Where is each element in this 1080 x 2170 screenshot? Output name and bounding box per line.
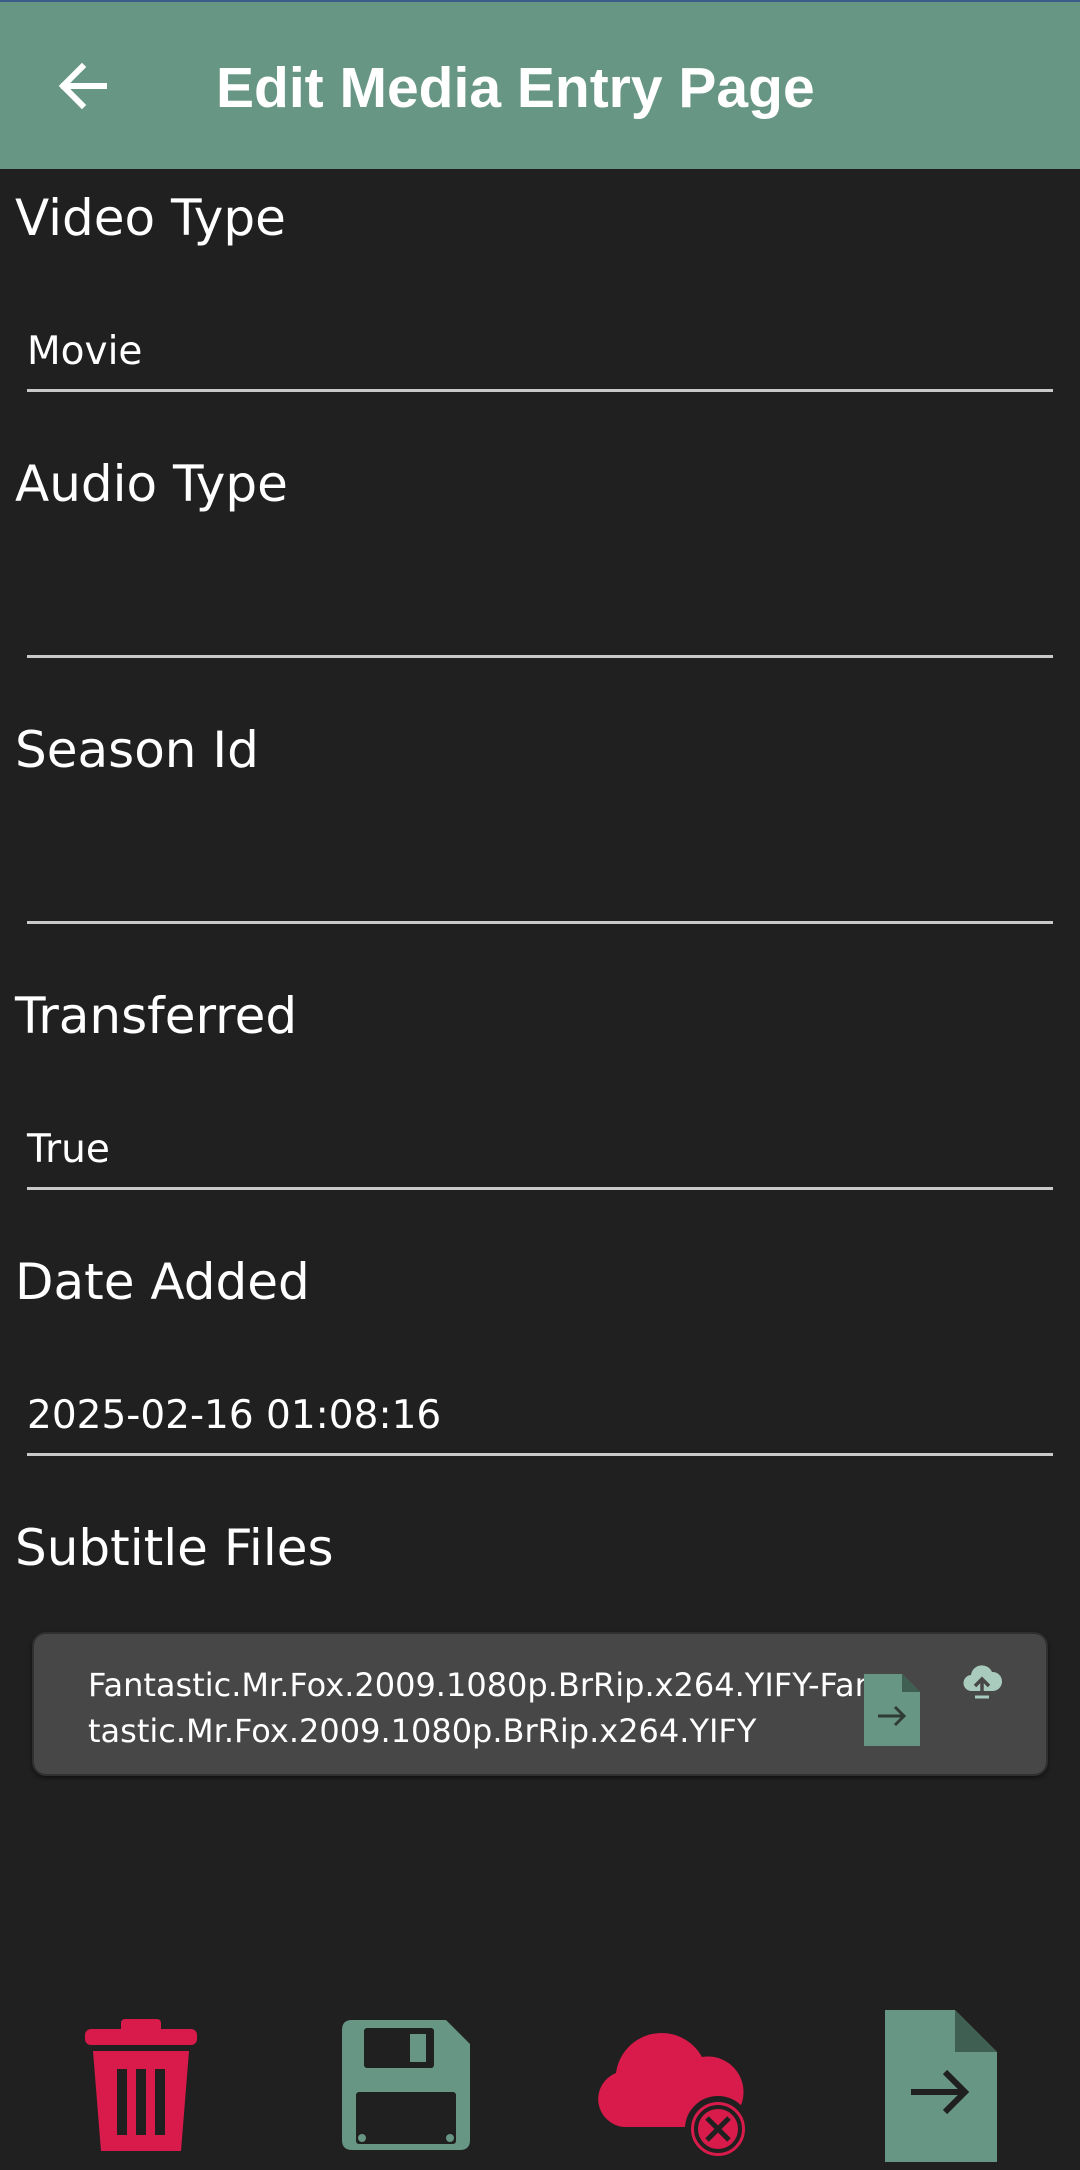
subtitle-upload-button[interactable] [952,1654,1012,1710]
cloud-remove-icon [598,2033,750,2161]
subtitle-files-label: Subtitle Files [15,1519,334,1577]
arrow-left-icon [58,62,107,110]
trash-icon [85,2019,197,2151]
file-arrow-icon [885,2010,997,2162]
video-type-field[interactable]: Movie [27,322,1053,392]
save-button[interactable] [336,2010,476,2160]
open-file-button[interactable] [878,2006,1004,2166]
floppy-disk-icon [342,2020,470,2150]
back-button[interactable] [42,46,122,126]
page-title: Edit Media Entry Page [216,56,815,120]
subtitle-file-card[interactable]: Fantastic.Mr.Fox.2009.1080p.BrRip.x264.Y… [32,1632,1048,1776]
audio-type-field[interactable] [27,588,1053,658]
transferred-field[interactable]: True [27,1120,1053,1190]
subtitle-filename: Fantastic.Mr.Fox.2009.1080p.BrRip.x264.Y… [88,1666,875,1750]
season-id-label: Season Id [15,721,259,779]
subtitle-open-button[interactable] [856,1670,928,1750]
file-arrow-icon [864,1674,920,1746]
delete-button[interactable] [78,2010,204,2160]
transferred-label: Transferred [15,987,298,1045]
date-added-field[interactable]: 2025-02-16 01:08:16 [27,1386,1053,1456]
audio-type-label: Audio Type [15,455,288,513]
cloud-remove-button[interactable] [592,2014,752,2164]
date-added-label: Date Added [15,1253,310,1311]
video-type-label: Video Type [15,189,286,247]
app-bar: Edit Media Entry Page [0,0,1080,169]
cloud-upload-icon [963,1665,1002,1699]
season-id-field[interactable] [27,854,1053,924]
